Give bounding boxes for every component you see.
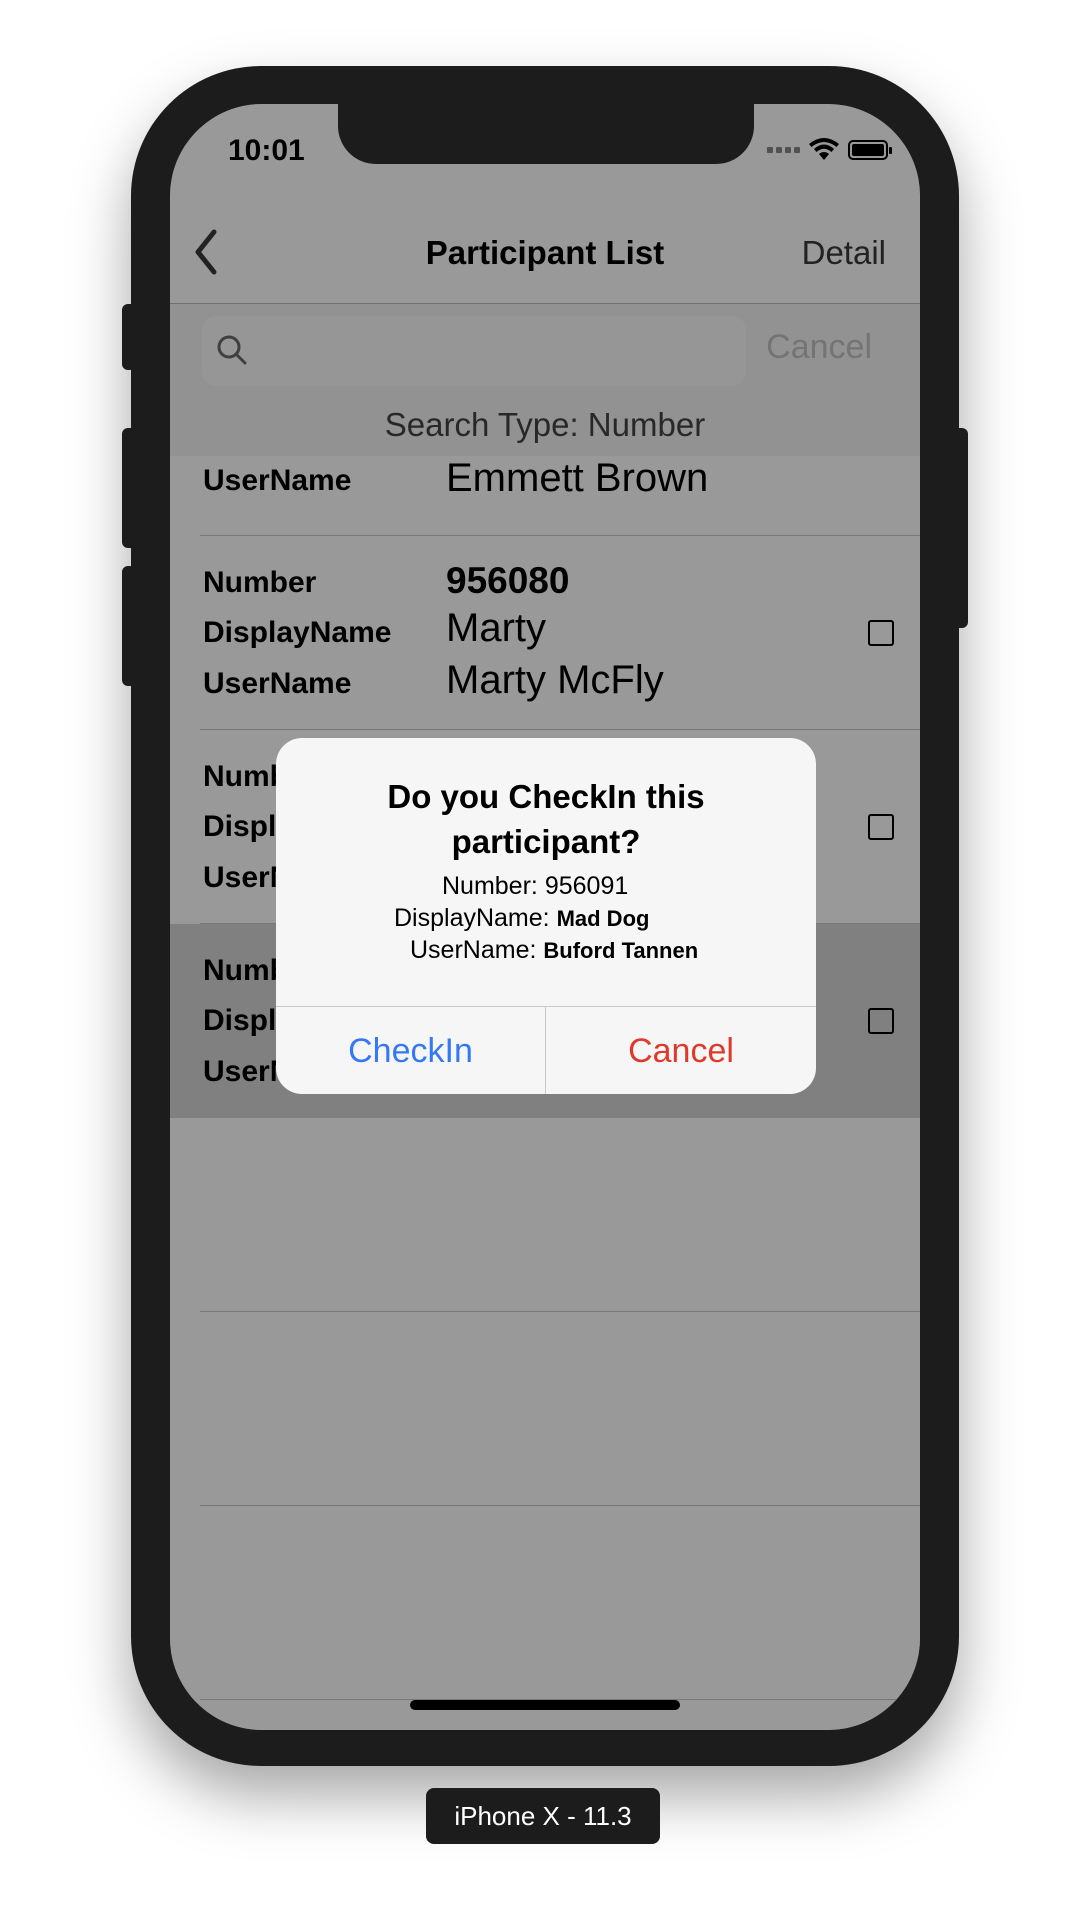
power-button [954, 428, 968, 628]
alert-title-line2: participant? [451, 823, 641, 860]
alert-number-label: Number: [442, 872, 538, 900]
simulator-label: iPhone X - 11.3 [426, 1788, 660, 1844]
volume-down-button [122, 566, 136, 686]
phone-screen: 10:01 Participant List Detail Cancel Sea… [170, 104, 920, 1730]
mute-switch [122, 304, 136, 370]
checkin-alert: Do you CheckIn this participant? Number:… [276, 738, 816, 1094]
alert-title: Do you CheckIn this participant? [276, 774, 816, 864]
notch [338, 104, 754, 164]
home-indicator[interactable] [410, 1700, 680, 1710]
alert-user-name-value: Buford Tannen [543, 938, 699, 963]
alert-display-name-value: Mad Dog [556, 906, 650, 931]
alert-actions: CheckIn Cancel [276, 1006, 816, 1094]
alert-number-value: 956091 [544, 872, 629, 900]
alert-display-name-label: DisplayName: [394, 904, 550, 932]
alert-user-name-label: UserName: [410, 936, 537, 964]
checkin-button[interactable]: CheckIn [276, 1007, 546, 1094]
alert-title-line1: Do you CheckIn this [387, 778, 705, 815]
cancel-button[interactable]: Cancel [546, 1007, 816, 1094]
volume-up-button [122, 428, 136, 548]
